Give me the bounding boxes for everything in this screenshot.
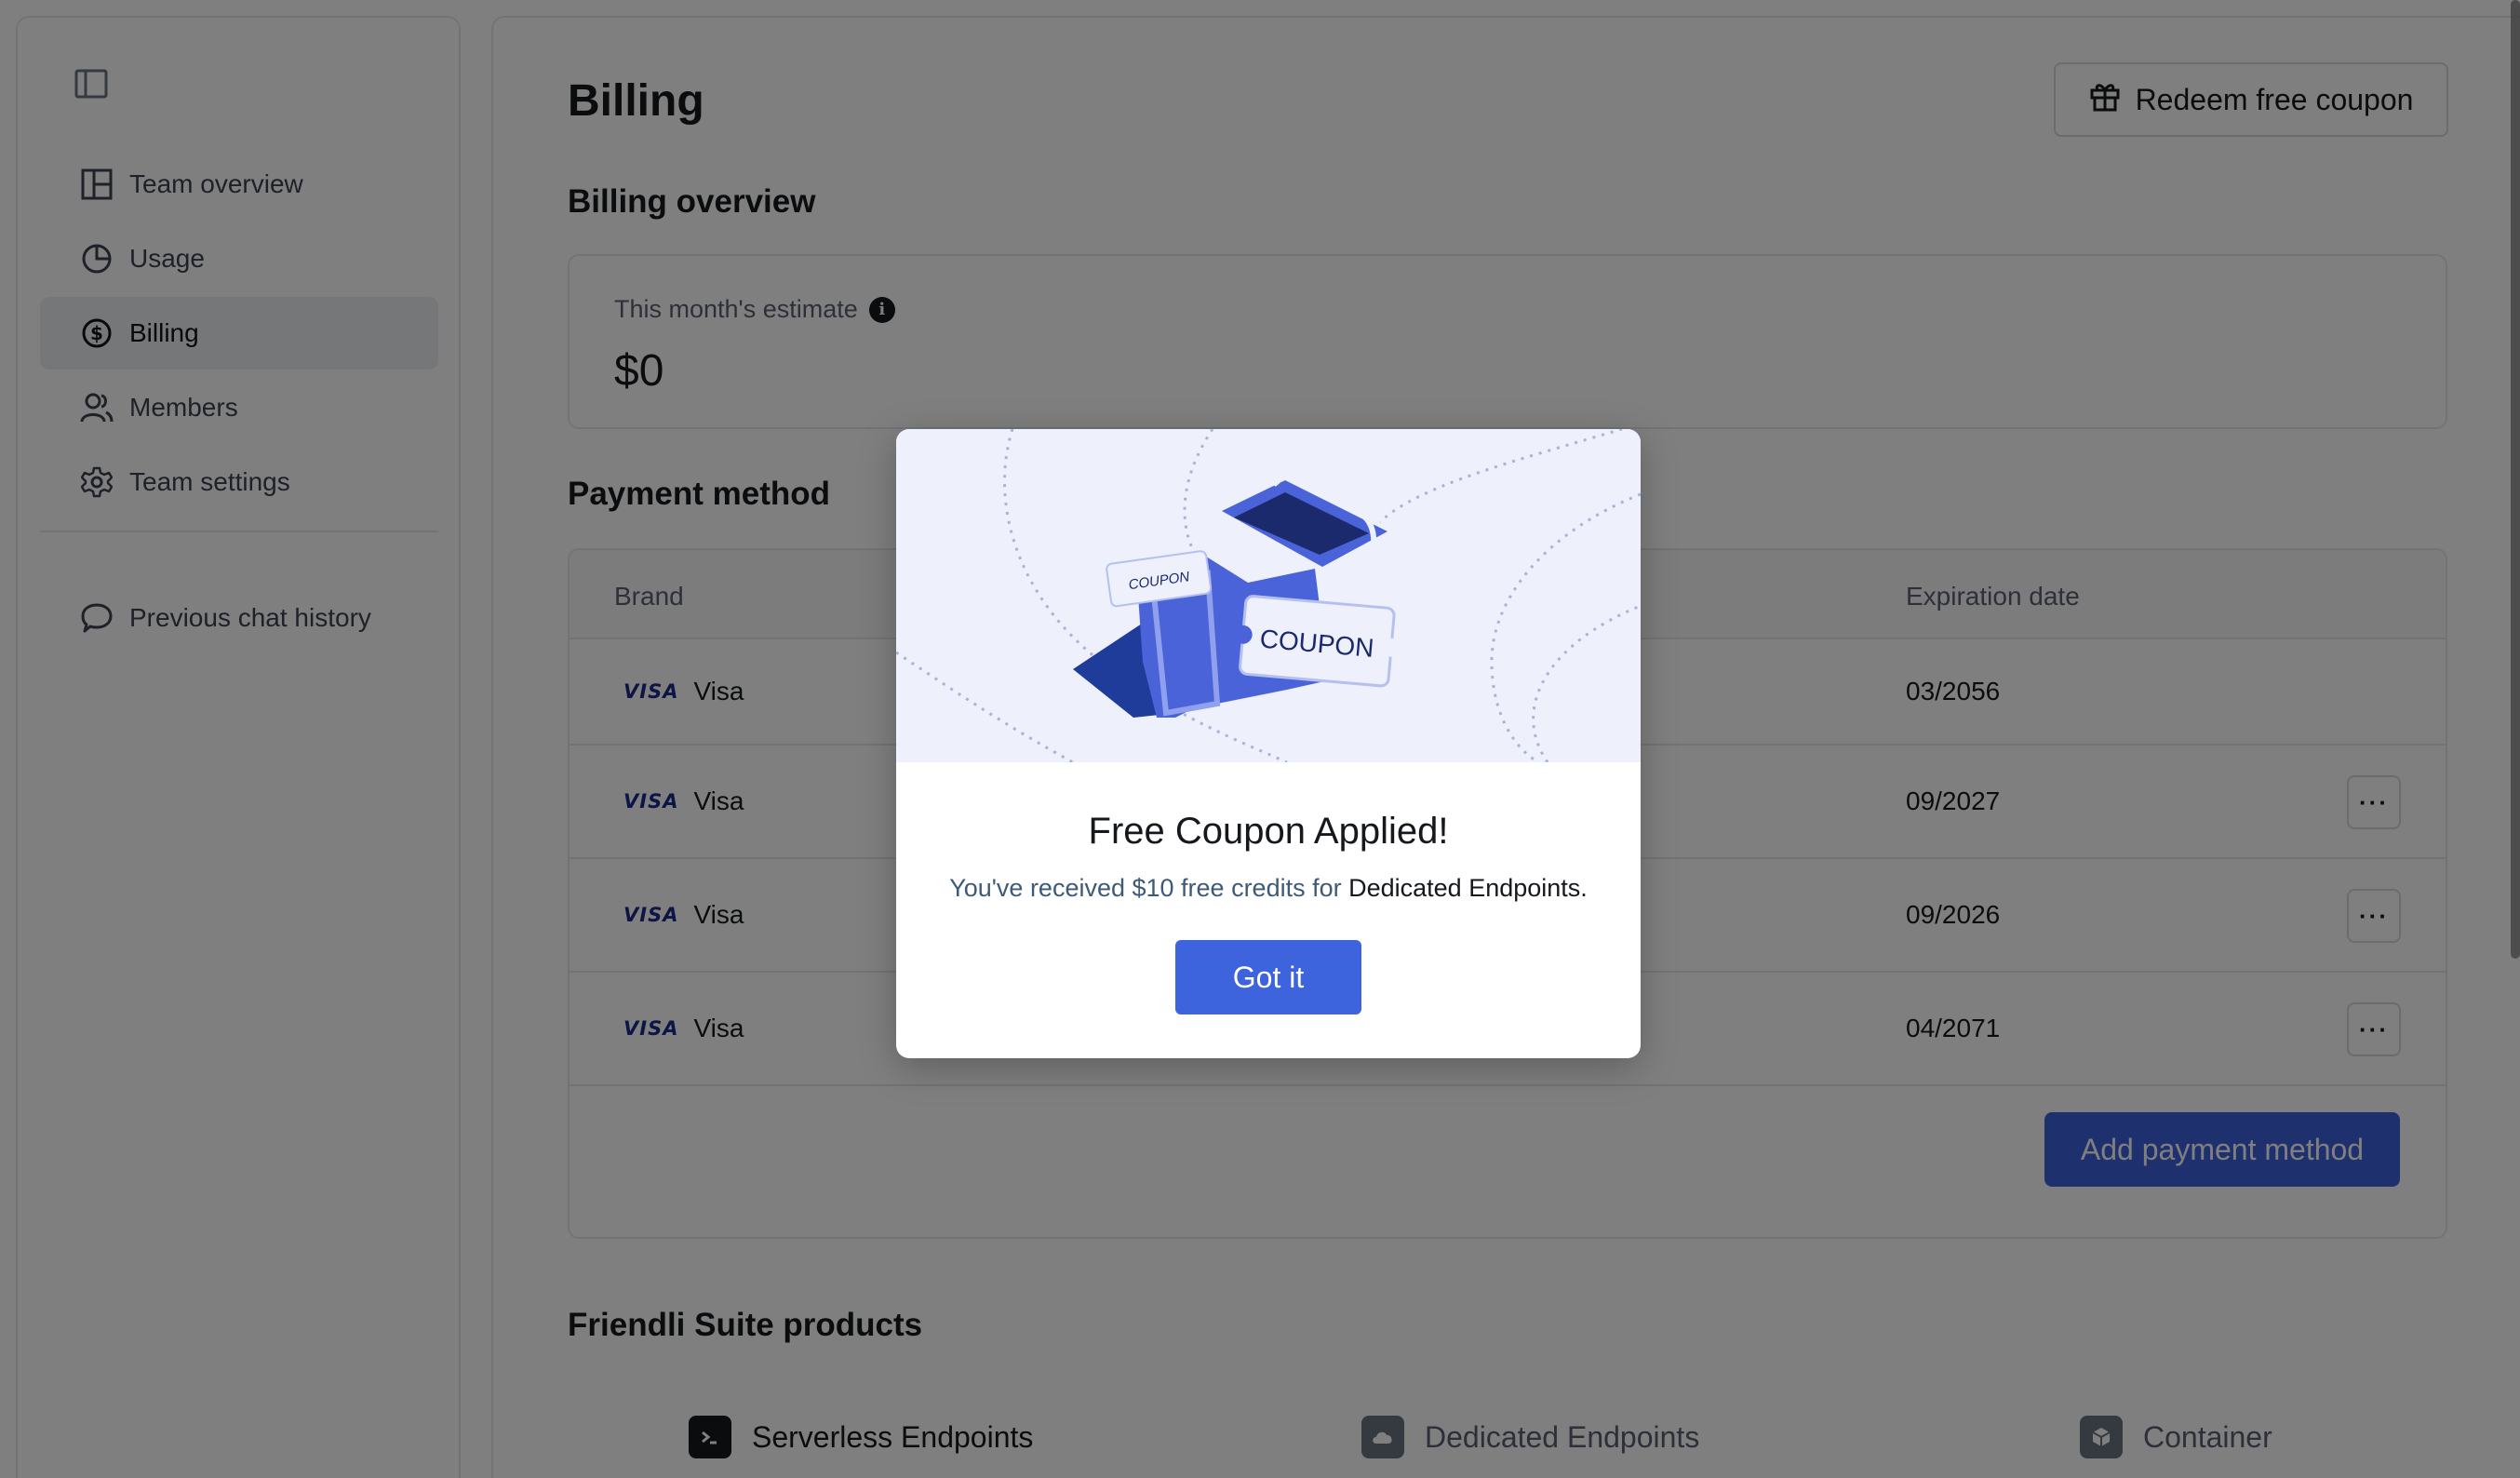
- modal-message: You've received $10 free credits for Ded…: [896, 874, 1641, 903]
- app-root: Team overview Usage $ Billing Members: [0, 0, 2520, 1478]
- modal-message-product: Dedicated Endpoints: [1348, 874, 1581, 902]
- modal-message-suffix: .: [1580, 874, 1588, 902]
- modal-title: Free Coupon Applied!: [1088, 811, 1449, 852]
- modal-message-prefix: You've received $10 free credits for: [949, 874, 1349, 902]
- page-scrollbar[interactable]: [2511, 0, 2520, 959]
- coupon-applied-modal: COUPON COUPON Free Coupon Applied! You'v…: [896, 429, 1641, 1058]
- got-it-button[interactable]: Got it: [1175, 940, 1361, 1014]
- coupon-illustration: COUPON COUPON: [896, 429, 1641, 764]
- large-coupon: COUPON: [1233, 595, 1401, 688]
